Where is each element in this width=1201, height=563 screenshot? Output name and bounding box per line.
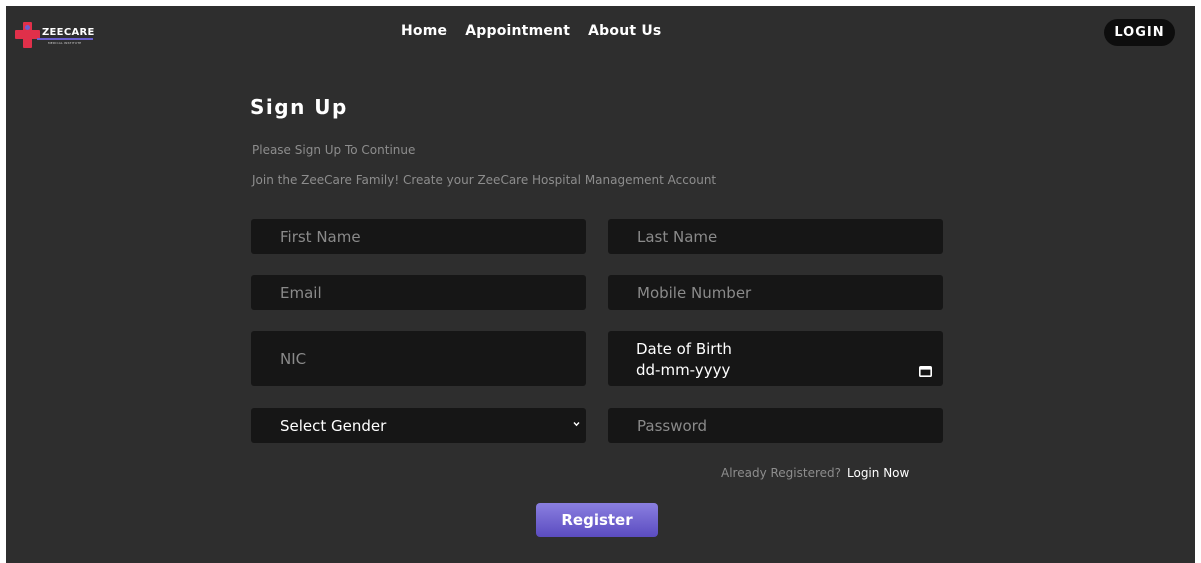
already-registered-text: Already Registered? bbox=[721, 466, 841, 480]
logo-subtext: MEDICAL INSTITUTE bbox=[48, 41, 82, 45]
date-of-birth-label: Date of Birth bbox=[636, 340, 732, 358]
page-description: Join the ZeeCare Family! Create your Zee… bbox=[252, 173, 717, 187]
nav-link-appointment[interactable]: Appointment bbox=[465, 23, 570, 39]
login-button[interactable]: LOGIN bbox=[1104, 19, 1175, 46]
logo-swoosh bbox=[37, 38, 93, 40]
already-registered-row: Already Registered? Login Now bbox=[721, 466, 909, 480]
mobile-number-input[interactable] bbox=[608, 275, 943, 310]
logo-dot bbox=[25, 25, 30, 30]
nav-link-about-us[interactable]: About Us bbox=[588, 23, 661, 39]
nic-input[interactable] bbox=[251, 331, 586, 386]
last-name-input[interactable] bbox=[608, 219, 943, 254]
date-of-birth-field[interactable]: Date of Birth dd-mm-yyyy bbox=[608, 331, 943, 386]
login-now-link[interactable]: Login Now bbox=[847, 466, 909, 480]
logo[interactable]: ZEECARE MEDICAL INSTITUTE bbox=[15, 18, 107, 52]
gender-select[interactable]: Select Gender bbox=[251, 408, 586, 443]
first-name-input[interactable] bbox=[251, 219, 586, 254]
gender-select-value: Select Gender bbox=[280, 417, 387, 435]
calendar-icon[interactable] bbox=[919, 365, 932, 377]
page: ZEECARE MEDICAL INSTITUTE Home Appointme… bbox=[6, 6, 1195, 563]
chevron-down-icon bbox=[573, 422, 580, 427]
page-subtitle: Please Sign Up To Continue bbox=[252, 143, 416, 157]
page-title: Sign Up bbox=[250, 95, 348, 119]
logo-text: ZEECARE bbox=[42, 27, 95, 38]
email-input[interactable] bbox=[251, 275, 586, 310]
date-of-birth-value: dd-mm-yyyy bbox=[636, 361, 731, 379]
register-button[interactable]: Register bbox=[536, 503, 658, 537]
main-nav: Home Appointment About Us bbox=[401, 23, 661, 39]
password-input[interactable] bbox=[608, 408, 943, 443]
nav-link-home[interactable]: Home bbox=[401, 23, 447, 39]
